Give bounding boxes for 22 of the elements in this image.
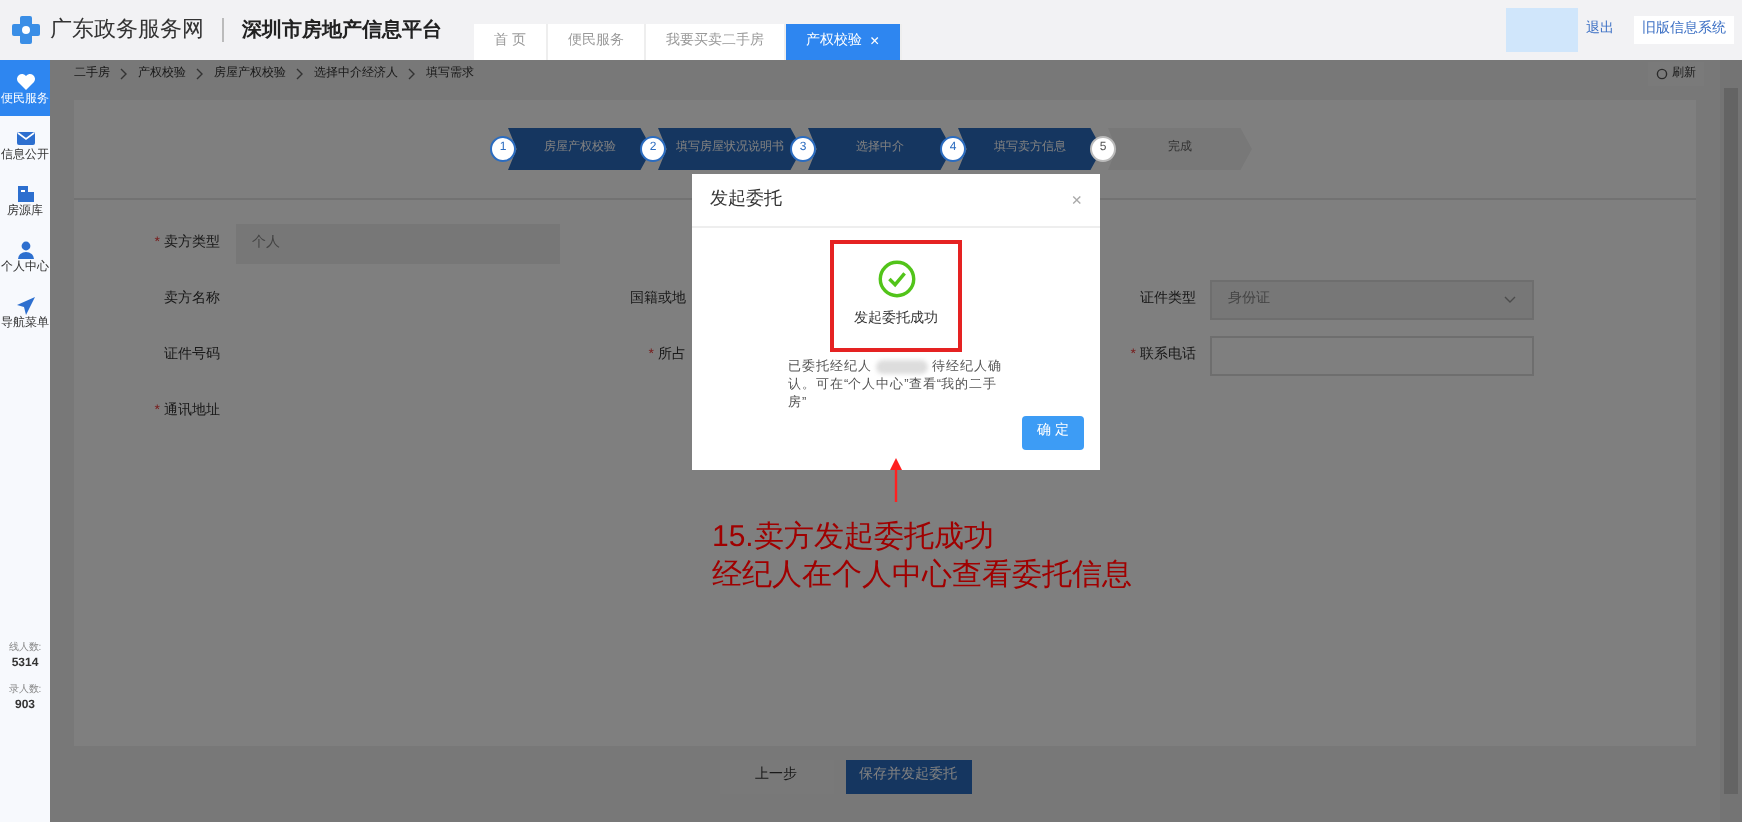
- chevron-right-icon: [120, 68, 128, 80]
- close-button[interactable]: ×: [1071, 191, 1082, 209]
- heart-icon: [15, 71, 35, 91]
- refresh-icon: [1656, 68, 1668, 80]
- envelope-icon: [15, 127, 35, 147]
- portal-name: 广东政务服务网: [50, 15, 204, 46]
- chevron-right-icon: [196, 68, 204, 80]
- building-icon: [15, 183, 35, 203]
- annotation-text: 经纪人在个人中心查看委托信息: [712, 556, 1132, 594]
- chevron-right-icon: [296, 68, 304, 80]
- arrow-icon: [888, 458, 904, 502]
- dialog-title: 发起委托: [710, 186, 782, 213]
- platform-name: 深圳市房地产信息平台: [242, 16, 442, 45]
- paper-plane-icon: [15, 295, 35, 315]
- user-avatar-placeholder: [1506, 8, 1578, 52]
- annotation-text: 15.卖方发起委托成功: [712, 518, 996, 556]
- person-icon: [15, 239, 35, 259]
- check-circle-icon: [877, 260, 915, 299]
- chevron-right-icon: [408, 68, 416, 80]
- portal-logo-icon: [10, 14, 42, 46]
- close-icon[interactable]: ×: [869, 30, 880, 54]
- chevron-down-icon: [1504, 296, 1516, 304]
